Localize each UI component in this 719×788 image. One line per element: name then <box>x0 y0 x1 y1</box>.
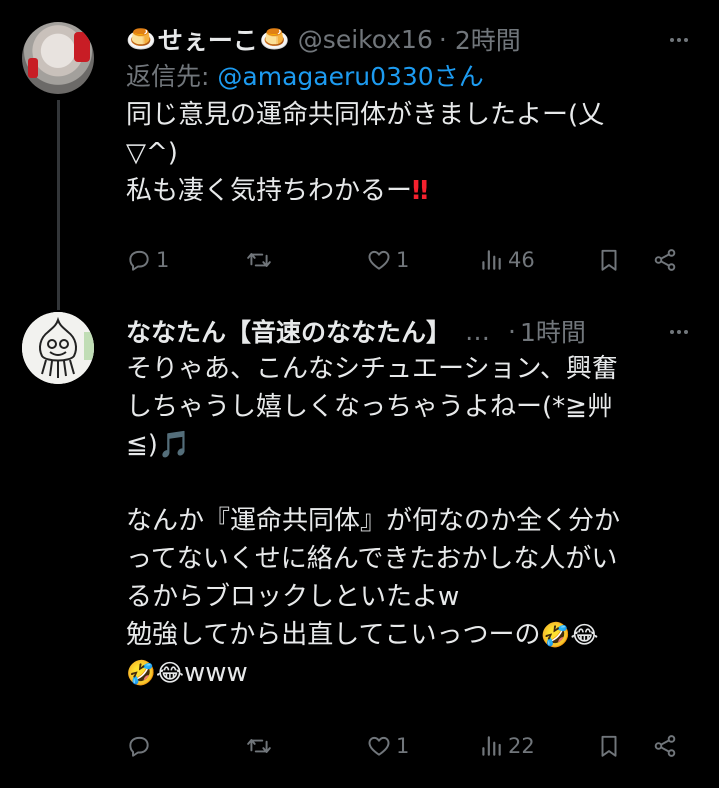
display-name-text: ななたん【音速のななたん】 <box>126 318 452 347</box>
music-note-emoji: 🎵 <box>157 430 191 460</box>
text-line: 同じ意見の運命共同体がきましたよー(乂 <box>126 100 605 130</box>
separator: · <box>438 24 447 54</box>
avatar-detail <box>74 32 90 62</box>
text-line: 勉強してから出直してこいっつーの🤣😂 <box>126 616 701 654</box>
reply-button[interactable] <box>126 733 156 759</box>
tweet-actions: 1 1 46 <box>126 242 686 278</box>
tweet-1[interactable]: 🍮 せぇーこ 🍮 @seikox16 · 2時間 返信先: @amagaeru0… <box>0 0 719 310</box>
bookmark-icon <box>601 735 617 757</box>
views-button[interactable]: 22 <box>478 733 535 759</box>
text-line-content: 私も凄く気持ちわかるー <box>126 176 413 206</box>
tweet-header: 🍮 せぇーこ 🍮 @seikox16 · 2時間 <box>126 20 701 58</box>
retweet-button[interactable] <box>246 733 276 759</box>
more-options-button[interactable] <box>665 318 693 346</box>
more-icon <box>670 330 688 334</box>
thread-line <box>57 100 60 310</box>
share-icon <box>654 735 676 757</box>
views-button[interactable]: 46 <box>478 247 535 273</box>
bookmark-button[interactable] <box>596 247 622 273</box>
like-button[interactable]: 1 <box>366 247 409 273</box>
share-button[interactable] <box>652 247 678 273</box>
text-line-content: 勉強してから出直してこいっつーの <box>126 620 541 650</box>
like-button[interactable]: 1 <box>366 733 409 759</box>
bookmark-icon <box>601 249 617 271</box>
tweet-content: ななたん【音速のななたん】 … · 1時間 そりゃあ、こんなシチュエーション、興… <box>126 312 701 692</box>
tweet-content: 🍮 せぇーこ 🍮 @seikox16 · 2時間 返信先: @amagaeru0… <box>126 20 701 210</box>
user-handle[interactable]: @seikox16 <box>298 25 433 54</box>
tweet-header: ななたん【音速のななたん】 … · 1時間 <box>126 312 701 350</box>
analytics-icon <box>482 250 501 270</box>
reply-context: 返信先: @amagaeru0330さん <box>126 58 701 96</box>
like-count: 1 <box>396 248 410 272</box>
text-line-content: www <box>183 658 248 688</box>
avatar[interactable] <box>22 22 94 94</box>
tweet-2[interactable]: ななたん【音速のななたん】 … · 1時間 そりゃあ、こんなシチュエーション、興… <box>0 300 719 788</box>
timestamp[interactable]: 2時間 <box>455 21 521 57</box>
display-name[interactable]: 🍮 せぇーこ 🍮 <box>126 21 290 57</box>
tweet-actions: 1 22 <box>126 728 686 764</box>
retweet-button[interactable] <box>246 247 276 273</box>
double-exclamation-emoji: ‼ <box>412 176 428 206</box>
timestamp[interactable]: 1時間 <box>520 313 586 349</box>
heart-icon <box>368 736 390 756</box>
text-line: 私も凄く気持ちわかるー‼ <box>126 172 701 210</box>
view-count: 46 <box>508 248 535 272</box>
reply-button[interactable]: 1 <box>126 247 169 273</box>
more-options-button[interactable] <box>665 26 693 54</box>
laughing-emoji: 🤣😂 <box>540 621 599 649</box>
display-name-text: せぇーこ <box>157 26 258 55</box>
tweet-text: 同じ意見の運命共同体がきましたよー(乂 ▽^) 私も凄く気持ちわかるー‼ <box>126 96 701 210</box>
reply-icon <box>129 250 149 271</box>
display-name[interactable]: ななたん【音速のななたん】 <box>126 313 451 349</box>
text-line-content: ≦) <box>126 430 158 460</box>
reply-count: 1 <box>156 248 170 272</box>
pudding-emoji: 🍮 <box>126 25 156 53</box>
reply-mention-link[interactable]: @amagaeru0330さん <box>217 62 483 91</box>
text-line: ▽^) <box>126 138 178 168</box>
name-truncation: … <box>465 316 491 346</box>
pudding-emoji: 🍮 <box>259 25 290 53</box>
reply-icon <box>129 736 149 757</box>
text-line: しちゃうし嬉しくなっちゃうよねー(*≧艸 <box>126 392 613 422</box>
retweet-icon <box>247 739 271 753</box>
share-icon <box>654 249 676 271</box>
separator: · <box>508 316 516 346</box>
reply-prefix: 返信先: <box>126 62 210 91</box>
text-line: 🤣😂www <box>126 654 701 692</box>
text-line: るからブロックしといたよw <box>126 582 460 612</box>
tweet-text: そりゃあ、こんなシチュエーション、興奮 しちゃうし嬉しくなっちゃうよねー(*≧艸 ≦… <box>126 350 701 692</box>
laughing-emoji: 🤣😂 <box>126 659 184 687</box>
text-line: ≦)🎵 <box>126 426 701 464</box>
text-line: ってないくせに絡んできたおかしな人がい <box>126 544 618 574</box>
avatar[interactable] <box>22 312 94 384</box>
share-button[interactable] <box>652 733 678 759</box>
slime-avatar-icon <box>22 312 94 384</box>
more-icon <box>670 38 688 42</box>
analytics-icon <box>482 736 501 756</box>
view-count: 22 <box>508 734 535 758</box>
text-line: なんか『運命共同体』が何なのか全く分か <box>126 506 621 536</box>
like-count: 1 <box>396 734 410 758</box>
text-line: そりゃあ、こんなシチュエーション、興奮 <box>126 354 618 384</box>
bookmark-button[interactable] <box>596 733 622 759</box>
heart-icon <box>368 250 390 270</box>
avatar-detail <box>28 58 38 78</box>
retweet-icon <box>247 253 271 267</box>
